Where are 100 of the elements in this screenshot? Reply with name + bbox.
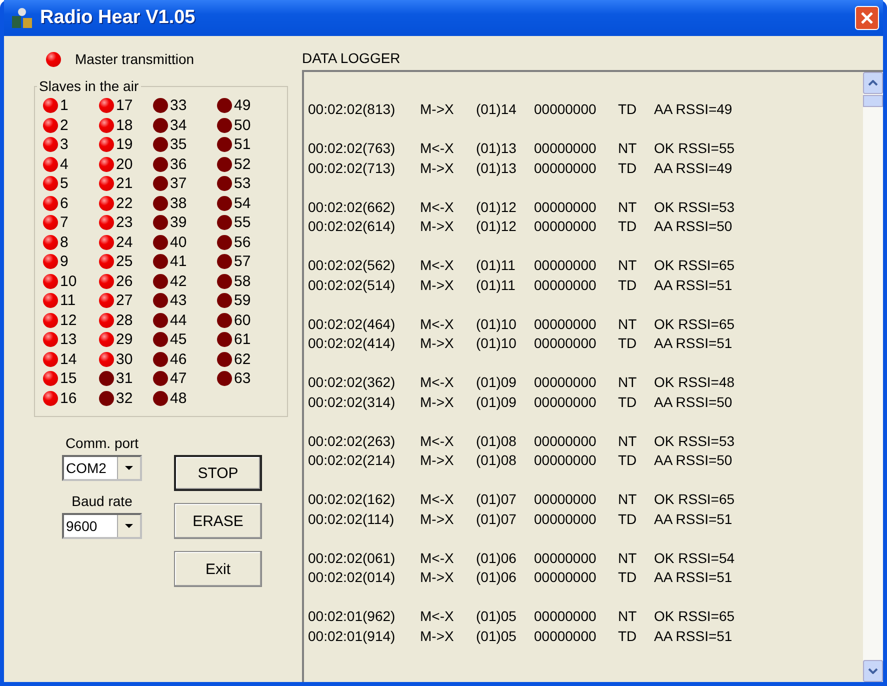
log-field: OK RSSI=65 (654, 257, 863, 274)
log-field: OK RSSI=53 (654, 432, 863, 449)
log-field: NT (618, 432, 654, 449)
log-field: 00000000 (534, 101, 618, 118)
log-field: AA RSSI=51 (654, 276, 863, 293)
log-field: (01)13 (476, 140, 534, 156)
dropdown-field[interactable]: 9600 (62, 513, 142, 539)
slave-number: 9 (60, 253, 68, 270)
log-field: 00000000 (534, 218, 618, 234)
action-button[interactable]: Exit (174, 551, 262, 587)
dropdown-field[interactable]: COM2 (62, 455, 142, 481)
slave-number: 51 (234, 136, 251, 154)
log-field: (01)14 (476, 101, 534, 118)
log-field: NT (618, 550, 654, 566)
log-field: OK RSSI=65 (654, 608, 863, 624)
log-field: (01)07 (476, 491, 534, 508)
slave-number: 7 (60, 214, 68, 232)
log-field: 00000000 (534, 198, 618, 215)
group-title: Slaves in the air (38, 78, 140, 94)
log-field: M<-X (420, 432, 476, 449)
slave-number: 41 (170, 253, 187, 270)
log-field: (01)10 (476, 335, 534, 352)
log-field: M<-X (420, 140, 476, 156)
log-field: (01)05 (476, 628, 534, 644)
action-button[interactable]: ERASE (174, 503, 262, 539)
log-field: 00000000 (534, 394, 618, 410)
slave-number: 34 (170, 116, 187, 134)
slave-number: 47 (170, 370, 187, 388)
slave-number: 36 (170, 156, 187, 173)
log-field: AA RSSI=49 (654, 101, 863, 118)
log-field: M<-X (420, 257, 476, 274)
log-field: TD (618, 452, 654, 468)
log-field: M<-X (420, 491, 476, 508)
log-field: AA RSSI=50 (654, 452, 863, 468)
log-field: 00:02:02(813) (308, 101, 420, 118)
log-field: 00:02:02(464) (308, 316, 420, 332)
scroll-up-button[interactable] (863, 72, 883, 94)
slave-number: 30 (116, 350, 133, 368)
slave-number: 63 (234, 370, 251, 388)
slave-number: 32 (116, 390, 133, 407)
scroll-down-button[interactable] (863, 660, 883, 682)
slave-number: 18 (116, 116, 133, 134)
log-field: 00:02:01(914) (308, 628, 420, 644)
log-field: AA RSSI=50 (654, 394, 863, 410)
slave-number: 5 (60, 175, 68, 192)
slave-number: 46 (170, 350, 187, 368)
scrollbar[interactable] (863, 72, 883, 682)
slave-number: 25 (116, 253, 133, 270)
action-button[interactable]: STOP (174, 455, 262, 491)
log-field: NT (618, 257, 654, 274)
log-field: 00000000 (534, 452, 618, 468)
slave-number: 50 (234, 116, 251, 134)
close-button[interactable] (855, 6, 879, 30)
log-field: TD (618, 276, 654, 293)
log-field: 00:02:02(614) (308, 218, 420, 234)
caret-icon (125, 524, 133, 528)
log-field: M->X (420, 335, 476, 352)
window-title: Radio Hear V1.05 (40, 7, 196, 29)
slave-number: 56 (234, 234, 251, 251)
log-field: (01)11 (476, 257, 534, 274)
slave-number: 61 (234, 331, 251, 348)
log-field: (01)08 (476, 452, 534, 468)
log-field: TD (618, 569, 654, 586)
app-icon (10, 6, 34, 30)
log-field: M->X (420, 160, 476, 176)
scroll-thumb[interactable] (863, 95, 883, 107)
log-field: 00:02:02(362) (308, 374, 420, 390)
log-field: AA RSSI=51 (654, 335, 863, 352)
log-field: (01)06 (476, 550, 534, 566)
log-field: 00:02:02(763) (308, 140, 420, 156)
log-field: 00000000 (534, 432, 618, 449)
log-field: 00:02:02(662) (308, 198, 420, 215)
master-label: Master transmittion (75, 51, 194, 67)
slave-number: 60 (234, 312, 251, 329)
slave-number: 49 (234, 97, 251, 114)
log-field: 00000000 (534, 491, 618, 508)
log-field: TD (618, 218, 654, 234)
log-field: 00:02:02(214) (308, 452, 420, 468)
slave-number: 45 (170, 331, 187, 348)
log-field: AA RSSI=51 (654, 569, 863, 586)
slave-number: 43 (170, 292, 187, 310)
slave-number: 21 (116, 175, 133, 192)
log-field: M<-X (420, 374, 476, 390)
slave-number: 11 (60, 292, 76, 310)
log-field: 00:02:01(962) (308, 608, 420, 624)
log-field: 00:02:02(514) (308, 276, 420, 293)
log-field: M<-X (420, 316, 476, 332)
log-field: 00000000 (534, 628, 618, 644)
chevron-up-icon (868, 80, 878, 86)
log-field: 00000000 (534, 140, 618, 156)
slave-number: 16 (60, 390, 77, 407)
log-field: (01)12 (476, 198, 534, 215)
log-field: M->X (420, 569, 476, 586)
log-field: 00:02:02(014) (308, 569, 420, 586)
log-field: M->X (420, 452, 476, 468)
log-field: 00:02:02(414) (308, 335, 420, 352)
log-field: (01)06 (476, 569, 534, 586)
log-field: OK RSSI=65 (654, 491, 863, 508)
slave-number: 8 (60, 234, 68, 251)
log-field: M->X (420, 510, 476, 527)
